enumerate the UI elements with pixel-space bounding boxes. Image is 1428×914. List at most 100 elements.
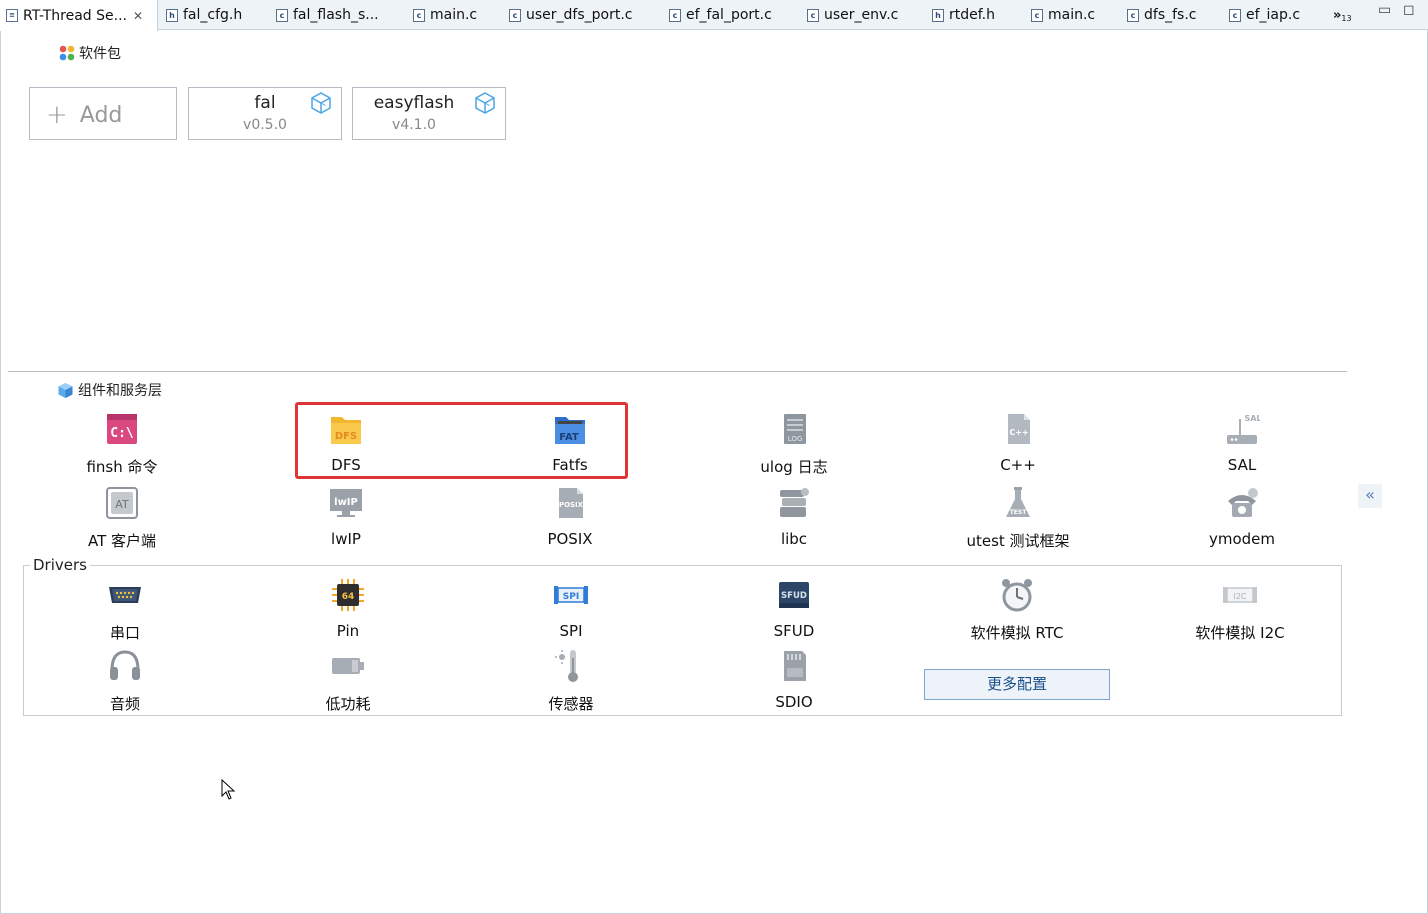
c-file-icon: c	[1127, 8, 1139, 22]
i2c-icon: I2C	[1223, 587, 1257, 603]
audio-icon	[110, 650, 140, 680]
tab-label: ef_iap.c	[1246, 7, 1301, 23]
add-package-label: Add	[79, 102, 123, 128]
settings-file-icon: ≡	[6, 9, 18, 22]
package-cube-icon	[475, 92, 495, 114]
close-icon[interactable]: ✕	[133, 9, 143, 23]
at-client-icon: AT	[106, 487, 138, 519]
tab-label: main.c	[1048, 7, 1096, 23]
svg-text:SPI: SPI	[563, 592, 579, 602]
package-version: v4.1.0	[392, 117, 436, 133]
components-title-text: 组件和服务层	[78, 383, 162, 399]
package-cube-icon	[311, 92, 331, 114]
component-label: AT 客户端	[87, 532, 157, 550]
driver-label: Pin	[336, 622, 360, 640]
driver-serial[interactable]: 串口	[45, 577, 205, 643]
component-ymodem[interactable]: ymodem	[1162, 485, 1322, 548]
tab-main-c[interactable]: c main.c	[413, 0, 477, 30]
driver-sfud[interactable]: SFUD SFUD	[714, 577, 874, 640]
package-card-easyflash[interactable]: easyflash v4.1.0	[352, 87, 506, 140]
c-file-icon: c	[807, 8, 819, 22]
tab-fal-flash-s[interactable]: c fal_flash_s...	[276, 0, 379, 30]
tab-rtdef-h[interactable]: h rtdef.h	[932, 0, 995, 30]
tab-overflow-button[interactable]: » 13	[1333, 0, 1352, 30]
highlight-box	[295, 402, 628, 479]
component-sal[interactable]: SAL SAL	[1162, 411, 1322, 474]
c-file-icon: c	[509, 8, 521, 22]
spi-icon: SPI	[554, 586, 588, 604]
component-label: utest 测试框架	[966, 532, 1070, 550]
utest-icon: TEST	[1006, 487, 1030, 517]
component-label: ymodem	[1208, 530, 1276, 548]
tab-ef-iap-c[interactable]: c ef_iap.c	[1229, 0, 1300, 30]
svg-text:SFUD: SFUD	[781, 591, 807, 601]
svg-text:AT: AT	[115, 498, 129, 511]
serial-icon	[109, 587, 141, 603]
component-utest[interactable]: TEST utest 测试框架	[938, 485, 1098, 551]
driver-pin[interactable]: 64 Pin	[268, 577, 428, 640]
collapse-panel-button[interactable]: «	[1358, 484, 1382, 508]
svg-text:lwIP: lwIP	[334, 497, 358, 508]
finsh-icon: C:\	[107, 414, 137, 444]
component-cpp[interactable]: C++ C++	[938, 411, 1098, 474]
driver-label: 低功耗	[325, 695, 371, 713]
mouse-cursor-icon	[221, 779, 236, 800]
maximize-icon[interactable]: ◻	[1403, 2, 1415, 18]
more-config-button[interactable]: 更多配置	[924, 669, 1110, 700]
add-package-button[interactable]: + Add	[29, 87, 177, 140]
component-cube-icon	[58, 382, 73, 398]
h-file-icon: h	[166, 8, 178, 22]
tab-label: user_dfs_port.c	[526, 7, 633, 23]
svg-text:POSIX: POSIX	[559, 501, 584, 509]
ulog-icon: LOG	[784, 414, 806, 444]
tab-label: fal_flash_s...	[293, 7, 379, 23]
component-label: libc	[780, 530, 808, 548]
components-title: 组件和服务层	[57, 380, 162, 400]
driver-low-power[interactable]: 低功耗	[268, 648, 428, 714]
driver-sdio[interactable]: SDIO	[714, 648, 874, 711]
minimize-icon[interactable]: ▭	[1378, 2, 1391, 18]
driver-audio[interactable]: 音频	[45, 648, 205, 714]
tab-user-env-c[interactable]: c user_env.c	[807, 0, 898, 30]
tab-user-dfs-port-c[interactable]: c user_dfs_port.c	[509, 0, 633, 30]
chevron-double-left-icon: «	[1365, 485, 1375, 504]
component-label: finsh 命令	[86, 458, 158, 476]
driver-label: SFUD	[773, 622, 815, 640]
component-label: lwIP	[331, 530, 361, 548]
component-posix[interactable]: POSIX POSIX	[490, 485, 650, 548]
c-file-icon: c	[413, 8, 425, 22]
component-lwip[interactable]: lwIP lwIP	[266, 485, 426, 548]
driver-spi[interactable]: SPI SPI	[491, 577, 651, 640]
driver-label: 软件模拟 I2C	[1195, 624, 1285, 642]
libc-icon	[780, 488, 809, 517]
component-label: SAL	[1227, 456, 1257, 474]
tab-main-c-2[interactable]: c main.c	[1031, 0, 1095, 30]
h-file-icon: h	[932, 8, 944, 22]
tab-rt-thread-settings[interactable]: ≡ RT-Thread Se... ✕	[0, 0, 158, 31]
tab-label: user_env.c	[824, 7, 899, 23]
tab-dfs-fs-c[interactable]: c dfs_fs.c	[1127, 0, 1196, 30]
component-at-client[interactable]: AT AT 客户端	[42, 485, 202, 551]
driver-label: 传感器	[548, 695, 594, 713]
component-finsh[interactable]: C:\ finsh 命令	[42, 411, 202, 477]
svg-text:TEST: TEST	[1010, 509, 1028, 516]
package-card-fal[interactable]: fal v0.5.0	[188, 87, 342, 140]
driver-sensor[interactable]: 传感器	[491, 648, 651, 714]
drivers-group	[23, 565, 1342, 716]
ymodem-icon	[1228, 488, 1258, 517]
tab-label: ef_fal_port.c	[686, 7, 772, 23]
driver-soft-rtc[interactable]: 软件模拟 RTC	[937, 577, 1097, 643]
component-ulog[interactable]: LOG ulog 日志	[714, 411, 874, 477]
tab-fal-cfg-h[interactable]: h fal_cfg.h	[166, 0, 242, 30]
driver-label: SPI	[559, 622, 583, 640]
drivers-title: Drivers	[30, 556, 90, 574]
rtc-icon	[1002, 579, 1032, 612]
tab-ef-fal-port-c[interactable]: c ef_fal_port.c	[669, 0, 772, 30]
component-libc[interactable]: libc	[714, 485, 874, 548]
component-label: C++	[1000, 456, 1036, 474]
sal-icon: SAL	[1227, 414, 1262, 444]
editor-tab-bar: ≡ RT-Thread Se... ✕ h fal_cfg.h c fal_fl…	[0, 0, 1428, 31]
driver-soft-i2c[interactable]: I2C 软件模拟 I2C	[1160, 577, 1320, 643]
driver-label: SDIO	[775, 693, 813, 711]
driver-label: 软件模拟 RTC	[970, 624, 1064, 642]
